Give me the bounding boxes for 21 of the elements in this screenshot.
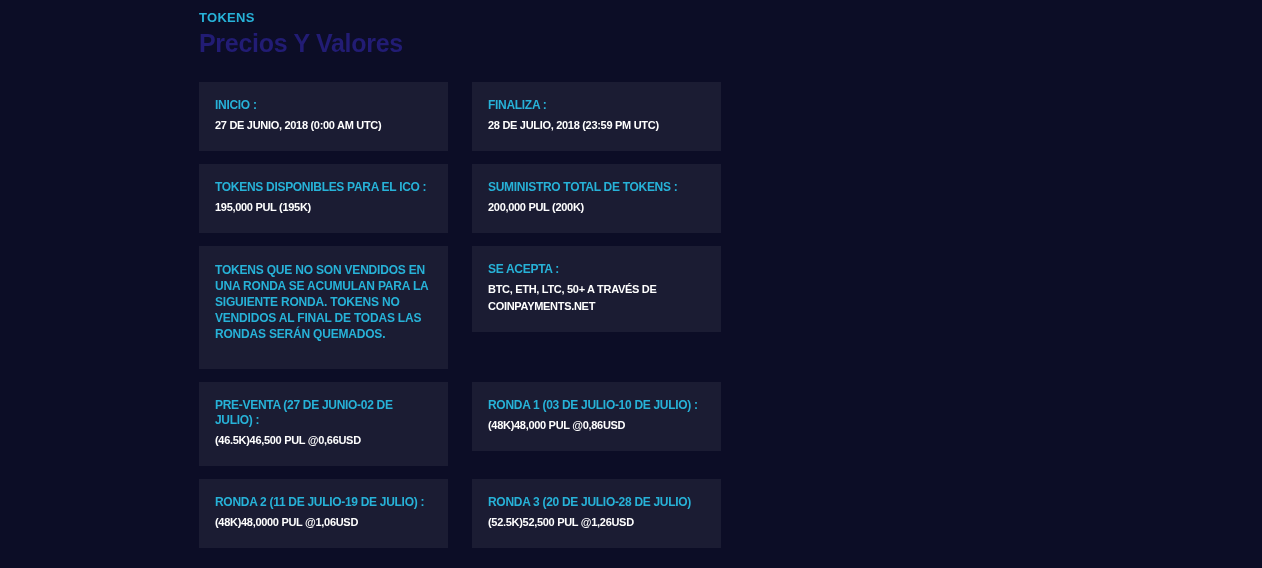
card-value: (48K)48,000 PUL @0,86USD <box>488 418 627 433</box>
card-value: 28 DE JULIO, 2018 (23:59 PM UTC) <box>488 118 660 133</box>
section-heading: Precios Y Valores <box>199 29 404 58</box>
card-value: 27 DE JUNIO, 2018 (0:00 AM UTC) <box>215 118 383 133</box>
card-value: BTC, ETH, LTC, 50+ A TRAVÉS DE COINPAYMENTS.NET <box>488 282 658 314</box>
card-value: (48K)48,0000 PUL @1,06USD <box>215 515 360 530</box>
note-text: TOKENS QUE NO SON VENDIDOS EN UNA RONDA SE ACUMULAN PARA LA SIGUIENTE RONDA. TOKENS NO VENDIDOS AL FINAL DE TODAS LAS RONDAS SERÁN QUEMADOS. <box>215 262 430 343</box>
card-title: INICIO : <box>215 98 258 113</box>
card-title: SE ACEPTA : <box>488 262 560 277</box>
card-title: FINALIZA : <box>488 98 548 113</box>
card-title: RONDA 1 (03 DE JULIO-10 DE JULIO) : <box>488 398 699 413</box>
card-title: RONDA 2 (11 DE JULIO-19 DE JULIO) : <box>215 495 426 510</box>
card-title: PRE-VENTA (27 DE JUNIO-02 DE JULIO) : <box>215 398 394 428</box>
card-title: RONDA 3 (20 DE JULIO-28 DE JULIO) <box>488 495 693 510</box>
card-title: TOKENS DISPONIBLES PARA EL ICO : <box>215 180 428 195</box>
card-value: 200,000 PUL (200K) <box>488 200 585 215</box>
section-label: TOKENS <box>199 10 256 25</box>
card-title: SUMINISTRO TOTAL DE TOKENS : <box>488 180 679 195</box>
card-value: 195,000 PUL (195K) <box>215 200 312 215</box>
card-value: (52.5K)52,500 PUL @1,26USD <box>488 515 635 530</box>
card-value: (46.5K)46,500 PUL @0,66USD <box>215 433 362 448</box>
